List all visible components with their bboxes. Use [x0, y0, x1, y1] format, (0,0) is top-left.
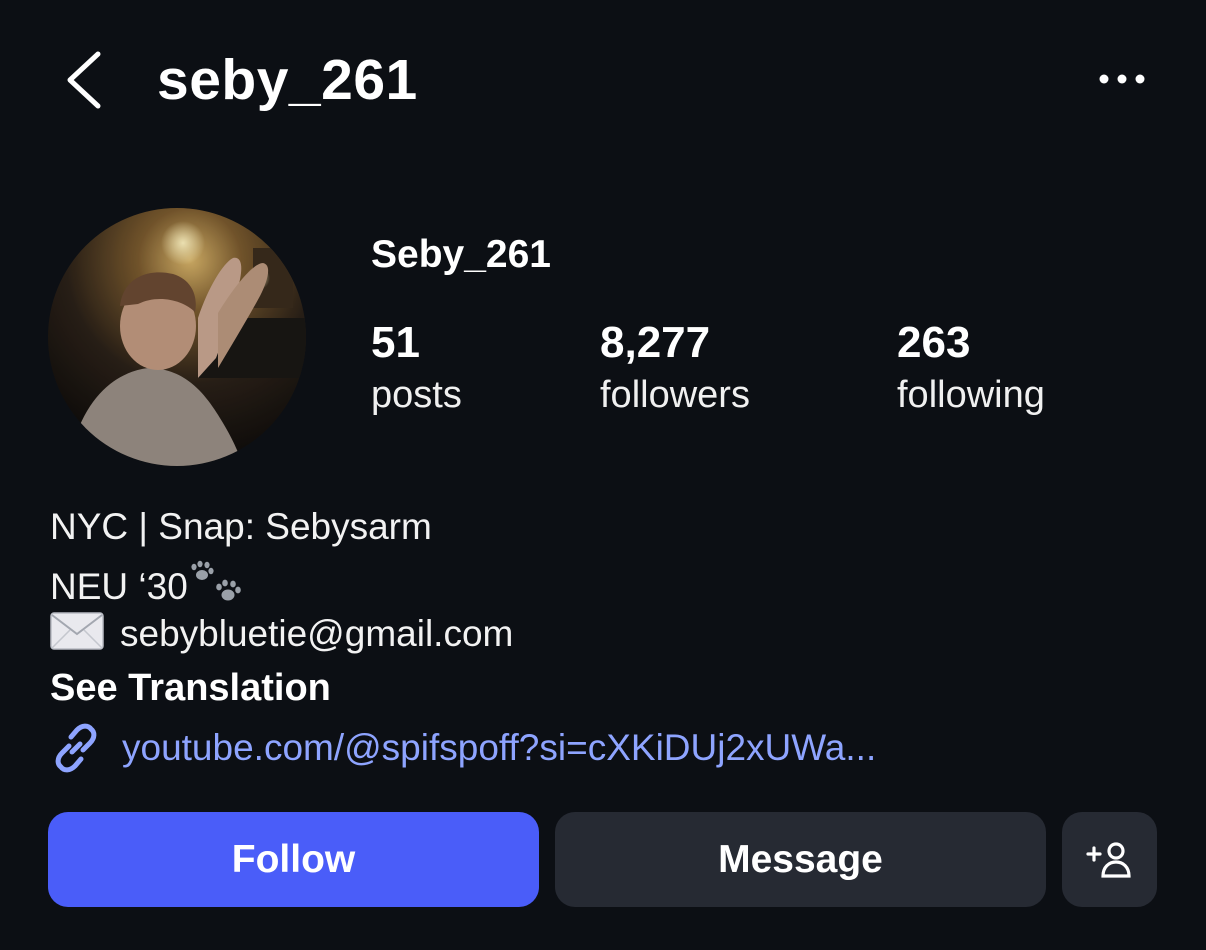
page-title: seby_261 [157, 48, 418, 112]
message-button[interactable]: Message [555, 812, 1046, 907]
bio-school-text: NEU ‘30 [50, 566, 188, 607]
following-label: following [897, 374, 1045, 416]
profile-photo [48, 208, 306, 466]
add-person-icon [1085, 841, 1131, 878]
profile-name: Seby_261 [371, 233, 551, 276]
follow-button-label: Follow [231, 837, 356, 881]
more-horizontal-icon [1099, 74, 1145, 84]
message-button-label: Message [718, 837, 883, 881]
following-count: 263 [897, 318, 971, 367]
bio-email-text[interactable]: sebybluetie@gmail.com [120, 613, 513, 654]
followers-stat[interactable]: 8,277 followers [600, 318, 750, 422]
back-button[interactable] [58, 48, 108, 112]
posts-stat[interactable]: 51 posts [371, 318, 462, 422]
avatar[interactable] [48, 208, 306, 466]
paw-prints-icon [191, 560, 241, 601]
following-stat[interactable]: 263 following [897, 318, 1045, 422]
envelope-icon [50, 612, 104, 650]
chevron-left-icon [67, 51, 101, 109]
profile-screen: seby_261 Seby_261 51 posts 8,277 followe… [0, 0, 1206, 950]
follow-button[interactable]: Follow [48, 812, 539, 907]
bio-line-email: sebybluetie@gmail.com [50, 611, 513, 657]
followers-label: followers [600, 374, 750, 416]
more-options-button[interactable] [1092, 58, 1152, 100]
posts-label: posts [371, 374, 462, 416]
posts-count: 51 [371, 318, 420, 367]
bio-location-text: NYC | Snap: Sebysarm [50, 506, 432, 547]
bio-line-school: NEU ‘30 [50, 557, 246, 610]
bio-line-location: NYC | Snap: Sebysarm [50, 504, 432, 550]
profile-link-text: youtube.com/@spifspoff?si=cXKiDUj2xUWa..… [122, 727, 877, 768]
followers-count: 8,277 [600, 318, 711, 367]
suggested-accounts-button[interactable] [1062, 812, 1157, 907]
see-translation-link[interactable]: See Translation [50, 665, 331, 711]
link-icon [55, 723, 97, 773]
profile-link[interactable]: youtube.com/@spifspoff?si=cXKiDUj2xUWa..… [50, 722, 876, 774]
